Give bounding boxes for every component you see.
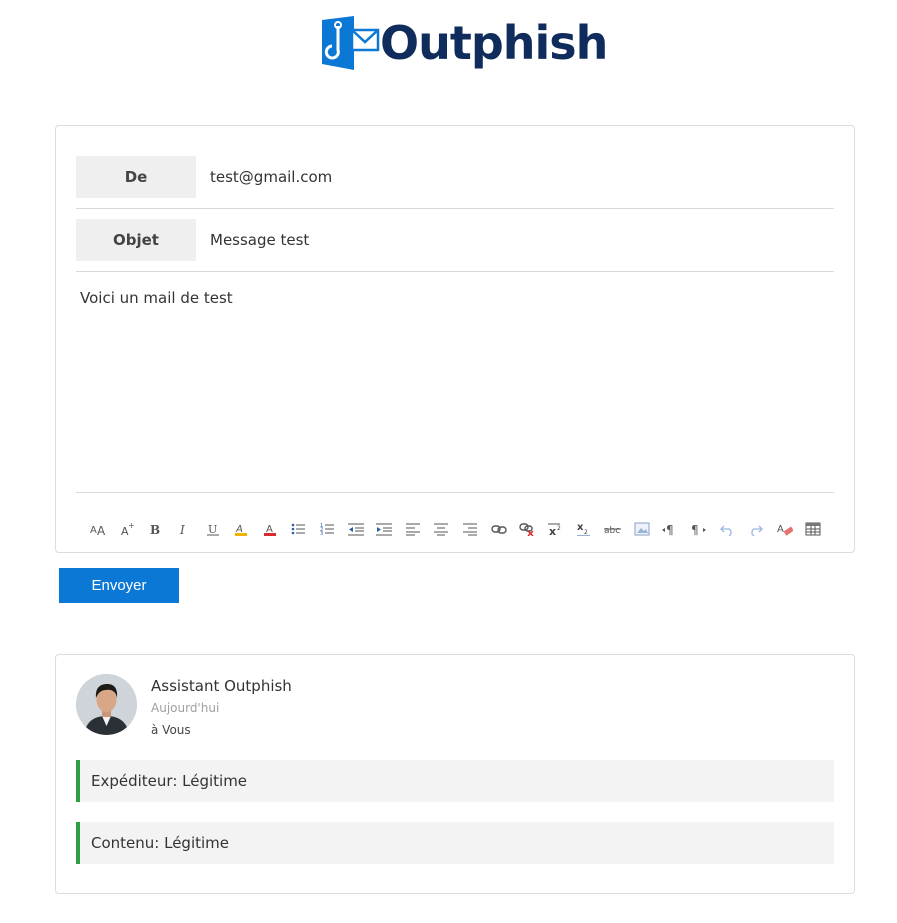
clear-format-icon[interactable]: A <box>770 519 799 539</box>
subject-label: Objet <box>76 219 196 261</box>
svg-text:x: x <box>549 525 556 536</box>
sender-verdict: Expéditeur: Légitime <box>76 760 834 802</box>
logo-hook-envelope-icon <box>322 16 380 70</box>
align-center-icon[interactable] <box>427 519 456 539</box>
link-icon[interactable] <box>484 519 513 539</box>
brand-name: Outphish <box>380 16 608 70</box>
rtl-icon[interactable]: ¶ <box>684 519 713 539</box>
svg-text:A: A <box>90 525 97 536</box>
svg-text:U: U <box>208 523 217 536</box>
svg-text:¶: ¶ <box>691 523 699 536</box>
svg-text:3: 3 <box>320 531 323 536</box>
from-label: De <box>76 156 196 198</box>
unlink-icon[interactable] <box>513 519 542 539</box>
subject-field[interactable]: Message test <box>210 231 309 249</box>
align-left-icon[interactable] <box>399 519 428 539</box>
undo-icon[interactable] <box>713 519 742 539</box>
send-button[interactable]: Envoyer <box>59 568 179 603</box>
recipient-label: à Vous <box>151 723 191 737</box>
align-right-icon[interactable] <box>456 519 485 539</box>
sender-date: Aujourd'hui <box>151 701 220 715</box>
numbered-list-icon[interactable]: 123 <box>313 519 342 539</box>
from-row: De test@gmail.com <box>76 156 834 209</box>
bullet-list-icon[interactable] <box>284 519 313 539</box>
italic-icon[interactable]: I <box>170 519 199 539</box>
svg-text:¶: ¶ <box>666 523 674 536</box>
ltr-icon[interactable]: ¶ <box>656 519 685 539</box>
bold-icon[interactable]: B <box>141 519 170 539</box>
svg-text:+: + <box>128 522 134 530</box>
formatting-toolbar: AA A + B I U A A 123 x2 x2 abc ¶ ¶ A <box>84 518 827 540</box>
subject-row: Objet Message test <box>76 219 834 272</box>
svg-text:x: x <box>577 522 584 533</box>
redo-icon[interactable] <box>742 519 771 539</box>
editor-divider <box>76 492 834 493</box>
from-field[interactable]: test@gmail.com <box>210 168 332 186</box>
svg-text:abc: abc <box>604 526 620 536</box>
message-body-editor[interactable]: Voici un mail de test <box>80 289 233 307</box>
underline-icon[interactable]: U <box>198 519 227 539</box>
svg-text:B: B <box>150 523 160 536</box>
indent-icon[interactable] <box>370 519 399 539</box>
svg-text:2: 2 <box>584 529 588 536</box>
sender-name: Assistant Outphish <box>151 677 292 695</box>
svg-text:A: A <box>97 524 106 536</box>
svg-text:2: 2 <box>557 525 561 532</box>
outdent-icon[interactable] <box>341 519 370 539</box>
svg-text:A: A <box>777 524 784 535</box>
table-icon[interactable] <box>799 519 828 539</box>
subscript-icon[interactable]: x2 <box>570 519 599 539</box>
svg-text:I: I <box>179 523 185 536</box>
image-icon[interactable] <box>627 519 656 539</box>
outphish-logo: Outphish <box>322 14 608 72</box>
assistant-avatar <box>76 674 137 735</box>
highlight-icon[interactable]: A <box>227 519 256 539</box>
increase-font-icon[interactable]: A + <box>113 519 142 539</box>
analysis-result-card: Assistant Outphish Aujourd'hui à Vous Ex… <box>55 654 855 894</box>
font-size-icon[interactable]: AA <box>84 519 113 539</box>
content-verdict: Contenu: Légitime <box>76 822 834 864</box>
superscript-icon[interactable]: x2 <box>542 519 571 539</box>
compose-card: De test@gmail.com Objet Message test Voi… <box>55 125 855 553</box>
font-color-icon[interactable]: A <box>256 519 285 539</box>
strikethrough-icon[interactable]: abc <box>599 519 628 539</box>
